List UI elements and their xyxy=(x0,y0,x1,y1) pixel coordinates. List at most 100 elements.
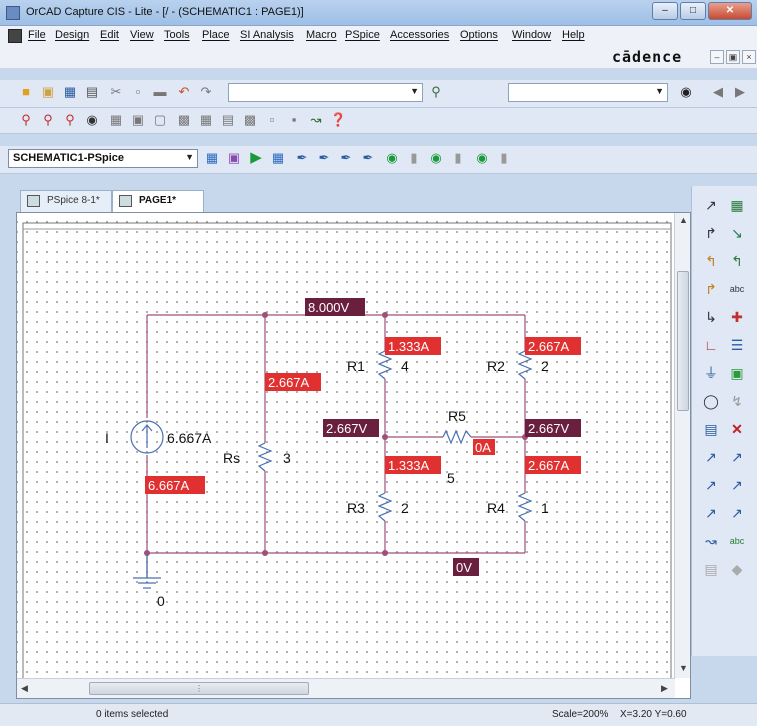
new-profile-icon[interactable]: ▦ xyxy=(204,150,220,166)
net-icon[interactable]: ↝ xyxy=(308,112,324,128)
child-restore-button[interactable]: ▣ xyxy=(726,50,740,64)
child-minimize-button[interactable]: – xyxy=(710,50,724,64)
menu-accessories[interactable]: Accessories xyxy=(390,29,449,41)
off-page-connector-icon[interactable]: ▤ xyxy=(700,418,722,440)
eye-icon[interactable]: ◉ xyxy=(84,112,100,128)
auto-wire-icon[interactable]: ↰ xyxy=(700,250,722,272)
hier-block-icon[interactable]: ▣ xyxy=(726,362,748,384)
grid-icon[interactable]: ▦ xyxy=(198,112,214,128)
menu-help[interactable]: Help xyxy=(562,29,585,41)
document-menu-icon[interactable] xyxy=(8,29,22,43)
table-icon[interactable]: ▤ xyxy=(220,112,236,128)
new-icon[interactable]: ■ xyxy=(18,84,34,100)
close-button[interactable]: ✕ xyxy=(708,2,752,20)
vertical-scrollbar[interactable]: ▲ ▼ xyxy=(674,213,690,678)
menu-place[interactable]: Place xyxy=(202,29,230,41)
forward-icon[interactable]: ▶ xyxy=(732,84,748,100)
voltage-marker-icon[interactable]: ✒ xyxy=(294,150,310,166)
binoculars-icon[interactable]: ◉ xyxy=(678,84,694,100)
menu-file[interactable]: File xyxy=(28,29,46,41)
power-marker-icon[interactable]: ✒ xyxy=(360,150,376,166)
menu-macro[interactable]: Macro xyxy=(306,29,337,41)
picture-icon[interactable]: ▤ xyxy=(700,558,722,580)
find-part-icon[interactable]: ⚲ xyxy=(428,84,444,100)
view-results-icon[interactable]: ▦ xyxy=(270,150,286,166)
arc-icon[interactable]: ↗ xyxy=(700,502,722,524)
hierarchy-icon[interactable]: ▩ xyxy=(242,112,258,128)
elliptical-arc-icon[interactable]: ↗ xyxy=(726,502,748,524)
resistor-r3[interactable] xyxy=(377,492,393,522)
maximize-button[interactable]: □ xyxy=(680,2,706,20)
bus-entry-icon[interactable]: ↱ xyxy=(700,278,722,300)
net-alias-icon[interactable]: abc xyxy=(726,278,748,300)
tab-page1[interactable]: PAGE1* xyxy=(112,190,204,212)
bezier-icon[interactable]: ↝ xyxy=(700,530,722,552)
bias-current-icon[interactable]: ◉ xyxy=(428,150,444,166)
simulation-profile-combo[interactable]: SCHEMATIC1-PSpice ▼ xyxy=(8,149,198,168)
child-close-button[interactable]: × xyxy=(742,50,756,64)
resistor-r4[interactable] xyxy=(517,492,533,522)
menu-si-analysis[interactable]: SI Analysis xyxy=(240,29,294,41)
menu-pspice[interactable]: PSpice xyxy=(345,29,380,41)
voltage-toggle-icon[interactable]: ▮ xyxy=(406,150,422,166)
back-icon[interactable]: ◀ xyxy=(710,84,726,100)
print-icon[interactable]: ▤ xyxy=(84,84,100,100)
net-group-icon[interactable]: ↘ xyxy=(726,222,748,244)
port-icon[interactable]: ☰ xyxy=(726,334,748,356)
drc-icon[interactable]: ▣ xyxy=(130,112,146,128)
resistor-rs[interactable] xyxy=(257,442,273,472)
copy-icon[interactable]: ▫ xyxy=(130,84,146,100)
off-page-icon[interactable]: ✚ xyxy=(726,306,748,328)
cut-icon[interactable]: ✂ xyxy=(108,84,124,100)
resistor-r2[interactable] xyxy=(517,350,533,380)
bias-power-icon[interactable]: ◉ xyxy=(474,150,490,166)
zoom-in-icon[interactable]: ⚲ xyxy=(18,112,34,128)
select-icon[interactable]: ↗ xyxy=(700,194,722,216)
current-toggle-icon[interactable]: ▮ xyxy=(450,150,466,166)
bias-voltage-icon[interactable]: ◉ xyxy=(384,150,400,166)
current-marker-icon[interactable]: ✒ xyxy=(338,150,354,166)
library-icon[interactable]: ▫ xyxy=(264,112,280,128)
scroll-left-icon[interactable]: ◀ xyxy=(21,683,28,694)
edit-profile-icon[interactable]: ▣ xyxy=(226,150,242,166)
line-icon[interactable]: ↗ xyxy=(700,446,722,468)
resistor-r1[interactable] xyxy=(377,350,393,380)
zoom-out-icon[interactable]: ⚲ xyxy=(40,112,56,128)
ellipse-icon[interactable]: ↗ xyxy=(726,474,748,496)
zoom-area-icon[interactable]: ⚲ xyxy=(62,112,78,128)
ieee-symbol-icon[interactable]: ◆ xyxy=(726,558,748,580)
minimize-button[interactable]: – xyxy=(652,2,678,20)
menu-options[interactable]: Options xyxy=(460,29,498,41)
cross-probe-icon[interactable]: ▪ xyxy=(286,112,302,128)
bus-icon[interactable]: ↰ xyxy=(726,250,748,272)
scroll-right-icon[interactable]: ▶ xyxy=(661,683,668,694)
paste-icon[interactable]: ▬ xyxy=(152,84,168,100)
power-icon[interactable]: ∟ xyxy=(700,334,722,356)
schematic-canvas[interactable]: I 6.667A Rs 3 R1 4 R2 2 R3 2 R4 1 R5 5 0… xyxy=(17,213,675,678)
annotate-icon[interactable]: ▦ xyxy=(108,112,124,128)
no-connect-icon[interactable]: ✕ xyxy=(726,418,748,440)
netlist-icon[interactable]: ▢ xyxy=(152,112,168,128)
wire-icon[interactable]: ↱ xyxy=(700,222,722,244)
open-icon[interactable]: ▣ xyxy=(40,84,56,100)
undo-icon[interactable]: ↶ xyxy=(176,84,192,100)
bom-icon[interactable]: ▩ xyxy=(176,112,192,128)
menu-tools[interactable]: Tools xyxy=(164,29,190,41)
place-part-icon[interactable]: ▦ xyxy=(726,194,748,216)
search-combo[interactable]: ▼ xyxy=(508,83,668,102)
tab-pspice-8-1[interactable]: PSpice 8-1* xyxy=(20,190,112,212)
part-combo[interactable]: ▼ xyxy=(228,83,423,102)
help-icon[interactable]: ❓ xyxy=(330,112,346,128)
run-icon[interactable]: ▶ xyxy=(248,150,264,166)
vertical-scroll-thumb[interactable] xyxy=(677,271,689,411)
diff-marker-icon[interactable]: ✒ xyxy=(316,150,332,166)
save-icon[interactable]: ▦ xyxy=(62,84,78,100)
text-icon[interactable]: abc xyxy=(726,530,748,552)
menu-view[interactable]: View xyxy=(130,29,154,41)
menu-window[interactable]: Window xyxy=(512,29,551,41)
polyline-icon[interactable]: ↗ xyxy=(726,446,748,468)
scroll-down-icon[interactable]: ▼ xyxy=(679,663,688,673)
horizontal-scrollbar[interactable]: ◀ ⋮ ▶ xyxy=(17,678,675,698)
ground-icon[interactable]: ⏚ xyxy=(700,362,722,384)
menu-edit[interactable]: Edit xyxy=(100,29,119,41)
